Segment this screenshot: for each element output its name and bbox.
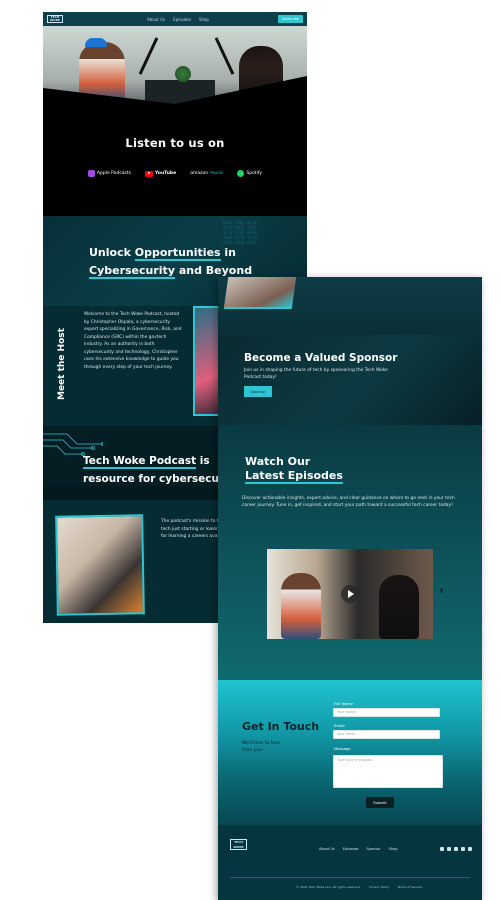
sponsor-title: Become a Valued Sponsor	[244, 352, 398, 364]
listen-section: Listen to us on Apple Podcasts YouTube a…	[43, 116, 307, 216]
platform-amazon-music[interactable]: amazon music	[190, 171, 223, 176]
youtube-icon	[145, 170, 154, 177]
unlock-heading: Unlock Opportunities in Cybersecurity an…	[89, 244, 269, 280]
platform-apple-podcasts[interactable]: Apple Podcasts	[87, 170, 132, 177]
resource-heading: Tech Woke Podcast is resource for cybers…	[83, 452, 219, 488]
nav-link-shop[interactable]: Shop	[199, 17, 209, 22]
email-field[interactable]: Your email	[333, 730, 440, 739]
heading-text: resource for cybersecu	[83, 473, 219, 485]
hero-photo	[43, 26, 307, 116]
sponsor-text: Join us in shaping the future of tech by…	[244, 368, 388, 380]
subscribe-button[interactable]: Subscribe	[277, 15, 303, 23]
homepage-preview-front: Become a Valued Sponsor Join us in shapi…	[218, 277, 482, 900]
heading-highlight: Tech Woke Podcast	[83, 455, 197, 469]
platform-label: YouTube	[155, 171, 177, 176]
footer-link-about[interactable]: About Us	[319, 847, 335, 851]
x-icon[interactable]	[454, 847, 458, 851]
guest-photo	[379, 575, 419, 639]
sponsor-section: Become a Valued Sponsor Join us in shapi…	[218, 335, 482, 425]
full-name-field[interactable]: Your name	[333, 708, 440, 717]
email-label: Email	[334, 723, 345, 728]
episodes-title: Watch Our Latest Episodes	[245, 455, 343, 484]
heading-text: in	[220, 246, 237, 259]
host-portrait	[223, 277, 297, 309]
platform-label: music	[210, 171, 224, 176]
nav-link-episodes[interactable]: Episodes	[173, 17, 191, 22]
platform-label: Apple Podcasts	[96, 171, 132, 176]
nav-link-about[interactable]: About Us	[147, 17, 165, 22]
full-name-label: Full Name	[334, 701, 353, 706]
social-links	[440, 847, 472, 851]
instagram-icon[interactable]	[440, 847, 444, 851]
facebook-icon[interactable]	[447, 847, 451, 851]
terms-link[interactable]: Terms of Service	[397, 885, 422, 889]
platform-list: Apple Podcasts YouTube amazon music Spot…	[43, 170, 307, 177]
meet-host-continuation	[218, 277, 482, 335]
footer-link-sponsor[interactable]: Sponsor	[366, 847, 380, 851]
message-field[interactable]: Type your message...	[333, 755, 443, 788]
hero-wedge	[43, 76, 307, 116]
play-icon[interactable]	[341, 585, 359, 603]
top-nav: TECH WOKE About Us Episodes Shop Subscri…	[43, 12, 307, 26]
host-photo	[281, 573, 321, 639]
amazon-music-icon: amazon	[190, 171, 209, 176]
code-background: 0101 1001 0110 1110 0011 1010 0110 1101 …	[223, 220, 257, 245]
message-label: Message	[334, 746, 351, 751]
footer-divider	[230, 877, 470, 878]
logo[interactable]: TECH WOKE	[47, 15, 63, 23]
contact-title: Get In Touch	[242, 720, 320, 733]
footer-link-episodes[interactable]: Episodes	[343, 847, 359, 851]
episodes-text: Discover actionable insights, expert adv…	[242, 496, 455, 508]
footer: TECH WOKE About Us Episodes Sponsor Shop…	[218, 825, 482, 900]
platform-spotify[interactable]: Spotify	[237, 170, 262, 177]
heading-text: is	[196, 455, 210, 467]
privacy-link[interactable]: Privacy Policy	[369, 885, 389, 889]
footer-logo[interactable]: TECH WOKE	[230, 839, 247, 850]
footer-bottom: © 2024 Tech Woke LLC. All rights reserve…	[296, 885, 422, 889]
meet-host-text: Welcome to the Tech Woke Podcast, hosted…	[84, 312, 182, 370]
listen-title: Listen to us on	[125, 136, 225, 150]
contact-subtitle: We'd love to hear from you!	[242, 741, 281, 753]
episode-video[interactable]	[267, 549, 433, 639]
platform-label: Spotify	[246, 171, 263, 176]
submit-button[interactable]: Submit	[366, 797, 394, 808]
spotify-icon	[237, 170, 245, 177]
contact-section: Get In Touch We'd love to hear from you!…	[218, 680, 482, 825]
laptop-photo	[55, 514, 145, 616]
nav-links: About Us Episodes Shop	[147, 17, 209, 22]
apple-podcasts-icon	[87, 170, 95, 177]
heading-text: and Beyond	[175, 264, 253, 277]
sponsor-button[interactable]: Sponsor	[244, 386, 272, 397]
heading-highlight: Cybersecurity	[89, 264, 175, 279]
chevron-right-icon[interactable]: ›	[439, 583, 444, 597]
youtube-icon[interactable]	[468, 847, 472, 851]
linkedin-icon[interactable]	[461, 847, 465, 851]
heading-highlight: Latest Episodes	[245, 469, 343, 484]
heading-text: Unlock	[89, 246, 135, 259]
heading-highlight: Opportunities	[134, 246, 221, 261]
heading-text: Watch Our	[245, 455, 311, 468]
meet-host-label: Meet the Host	[57, 328, 67, 400]
footer-links: About Us Episodes Sponsor Shop	[319, 847, 397, 851]
footer-link-shop[interactable]: Shop	[389, 847, 398, 851]
copyright-text: © 2024 Tech Woke LLC. All rights reserve…	[296, 885, 361, 889]
episodes-section: Watch Our Latest Episodes Discover actio…	[218, 425, 482, 680]
platform-youtube[interactable]: YouTube	[145, 170, 177, 177]
